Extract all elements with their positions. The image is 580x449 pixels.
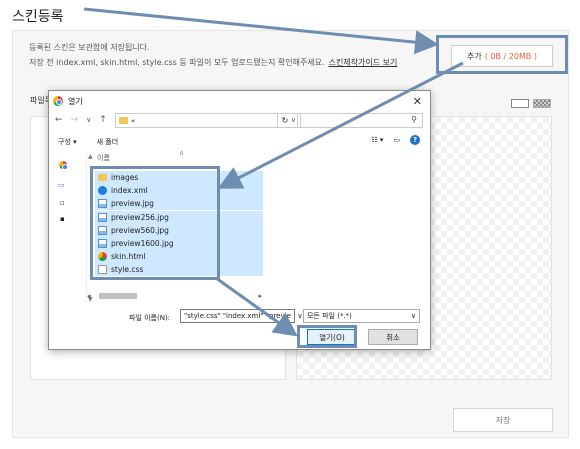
- nav-network-icon[interactable]: ▪: [60, 215, 65, 223]
- filetype-chevron-icon: ∨: [410, 312, 416, 320]
- sort-chevron-icon: ∧: [179, 149, 185, 157]
- filetype-value: 모든 파일 (*.*): [307, 312, 352, 320]
- organize-menu[interactable]: 구성 ▾: [58, 137, 77, 147]
- add-button-highlight: [436, 35, 568, 74]
- scroll-thumb[interactable]: [99, 293, 137, 299]
- address-bar[interactable]: « ∨: [115, 113, 301, 128]
- page-title: 스킨등록: [12, 9, 64, 25]
- scroll-left-icon[interactable]: ◂: [87, 292, 91, 300]
- chrome-icon: [53, 96, 63, 106]
- open-button-highlight: [297, 325, 357, 348]
- close-icon[interactable]: ✕: [413, 95, 422, 108]
- info-line-2: 저장 전 index.xml, skin.html, style.css 등 파…: [29, 55, 397, 70]
- view-options-icon[interactable]: ☷ ▾: [371, 136, 383, 144]
- refresh-icon[interactable]: ↻: [277, 113, 292, 128]
- new-folder-button[interactable]: 새 폴더: [97, 137, 119, 147]
- view-checker-toggle[interactable]: [533, 99, 551, 108]
- search-input[interactable]: ⚲: [297, 113, 423, 128]
- navigation-pane: ▭ ▫ ▪: [55, 153, 83, 303]
- nav-chrome-icon[interactable]: [59, 161, 68, 170]
- scroll-right-icon[interactable]: ▸: [258, 292, 262, 300]
- folder-icon: [119, 117, 128, 124]
- nav-drive-icon[interactable]: ▫: [60, 199, 65, 207]
- forward-arrow-icon[interactable]: →: [71, 115, 79, 125]
- filetype-select[interactable]: 모든 파일 (*.*) ∨: [303, 309, 420, 323]
- filename-label: 파일 이름(N):: [129, 314, 171, 322]
- dialog-titlebar: 열기 ✕: [49, 91, 430, 111]
- info-line-1: 등록된 스킨은 보관함에 저장됩니다.: [29, 43, 150, 52]
- preview-pane-icon[interactable]: ▭: [393, 136, 400, 144]
- nav-computer-icon[interactable]: ▭: [58, 181, 65, 189]
- view-white-toggle[interactable]: [511, 99, 529, 108]
- up-arrow-icon[interactable]: ↑: [99, 115, 107, 125]
- address-text: «: [131, 116, 136, 125]
- save-button[interactable]: 저장: [453, 408, 553, 432]
- skin-guide-link[interactable]: 스킨제작가이드 보기: [329, 58, 398, 67]
- recent-chevron-icon[interactable]: ∨: [86, 116, 91, 124]
- column-header-name[interactable]: 이름: [97, 153, 110, 163]
- info-line-2-text: 저장 전 index.xml, skin.html, style.css 등 파…: [29, 58, 325, 67]
- scroll-up-icon[interactable]: ▲: [88, 153, 93, 160]
- horizontal-scrollbar[interactable]: ◂ ▸: [87, 291, 262, 301]
- cancel-button[interactable]: 취소: [368, 329, 418, 345]
- help-icon[interactable]: ?: [410, 135, 420, 145]
- back-arrow-icon[interactable]: ←: [55, 115, 63, 125]
- file-selection-highlight: [90, 166, 220, 280]
- filename-input[interactable]: "style.css" "index.xml" "previe: [180, 309, 295, 323]
- toolbar-right: ☷ ▾ ▭ ?: [371, 135, 420, 145]
- dialog-toolbar: 구성 ▾ 새 폴더 ☷ ▾ ▭ ?: [49, 133, 430, 151]
- info-text: 등록된 스킨은 보관함에 저장됩니다. 저장 전 index.xml, skin…: [29, 40, 397, 70]
- search-icon: ⚲: [411, 115, 417, 124]
- dialog-title: 열기: [68, 96, 83, 106]
